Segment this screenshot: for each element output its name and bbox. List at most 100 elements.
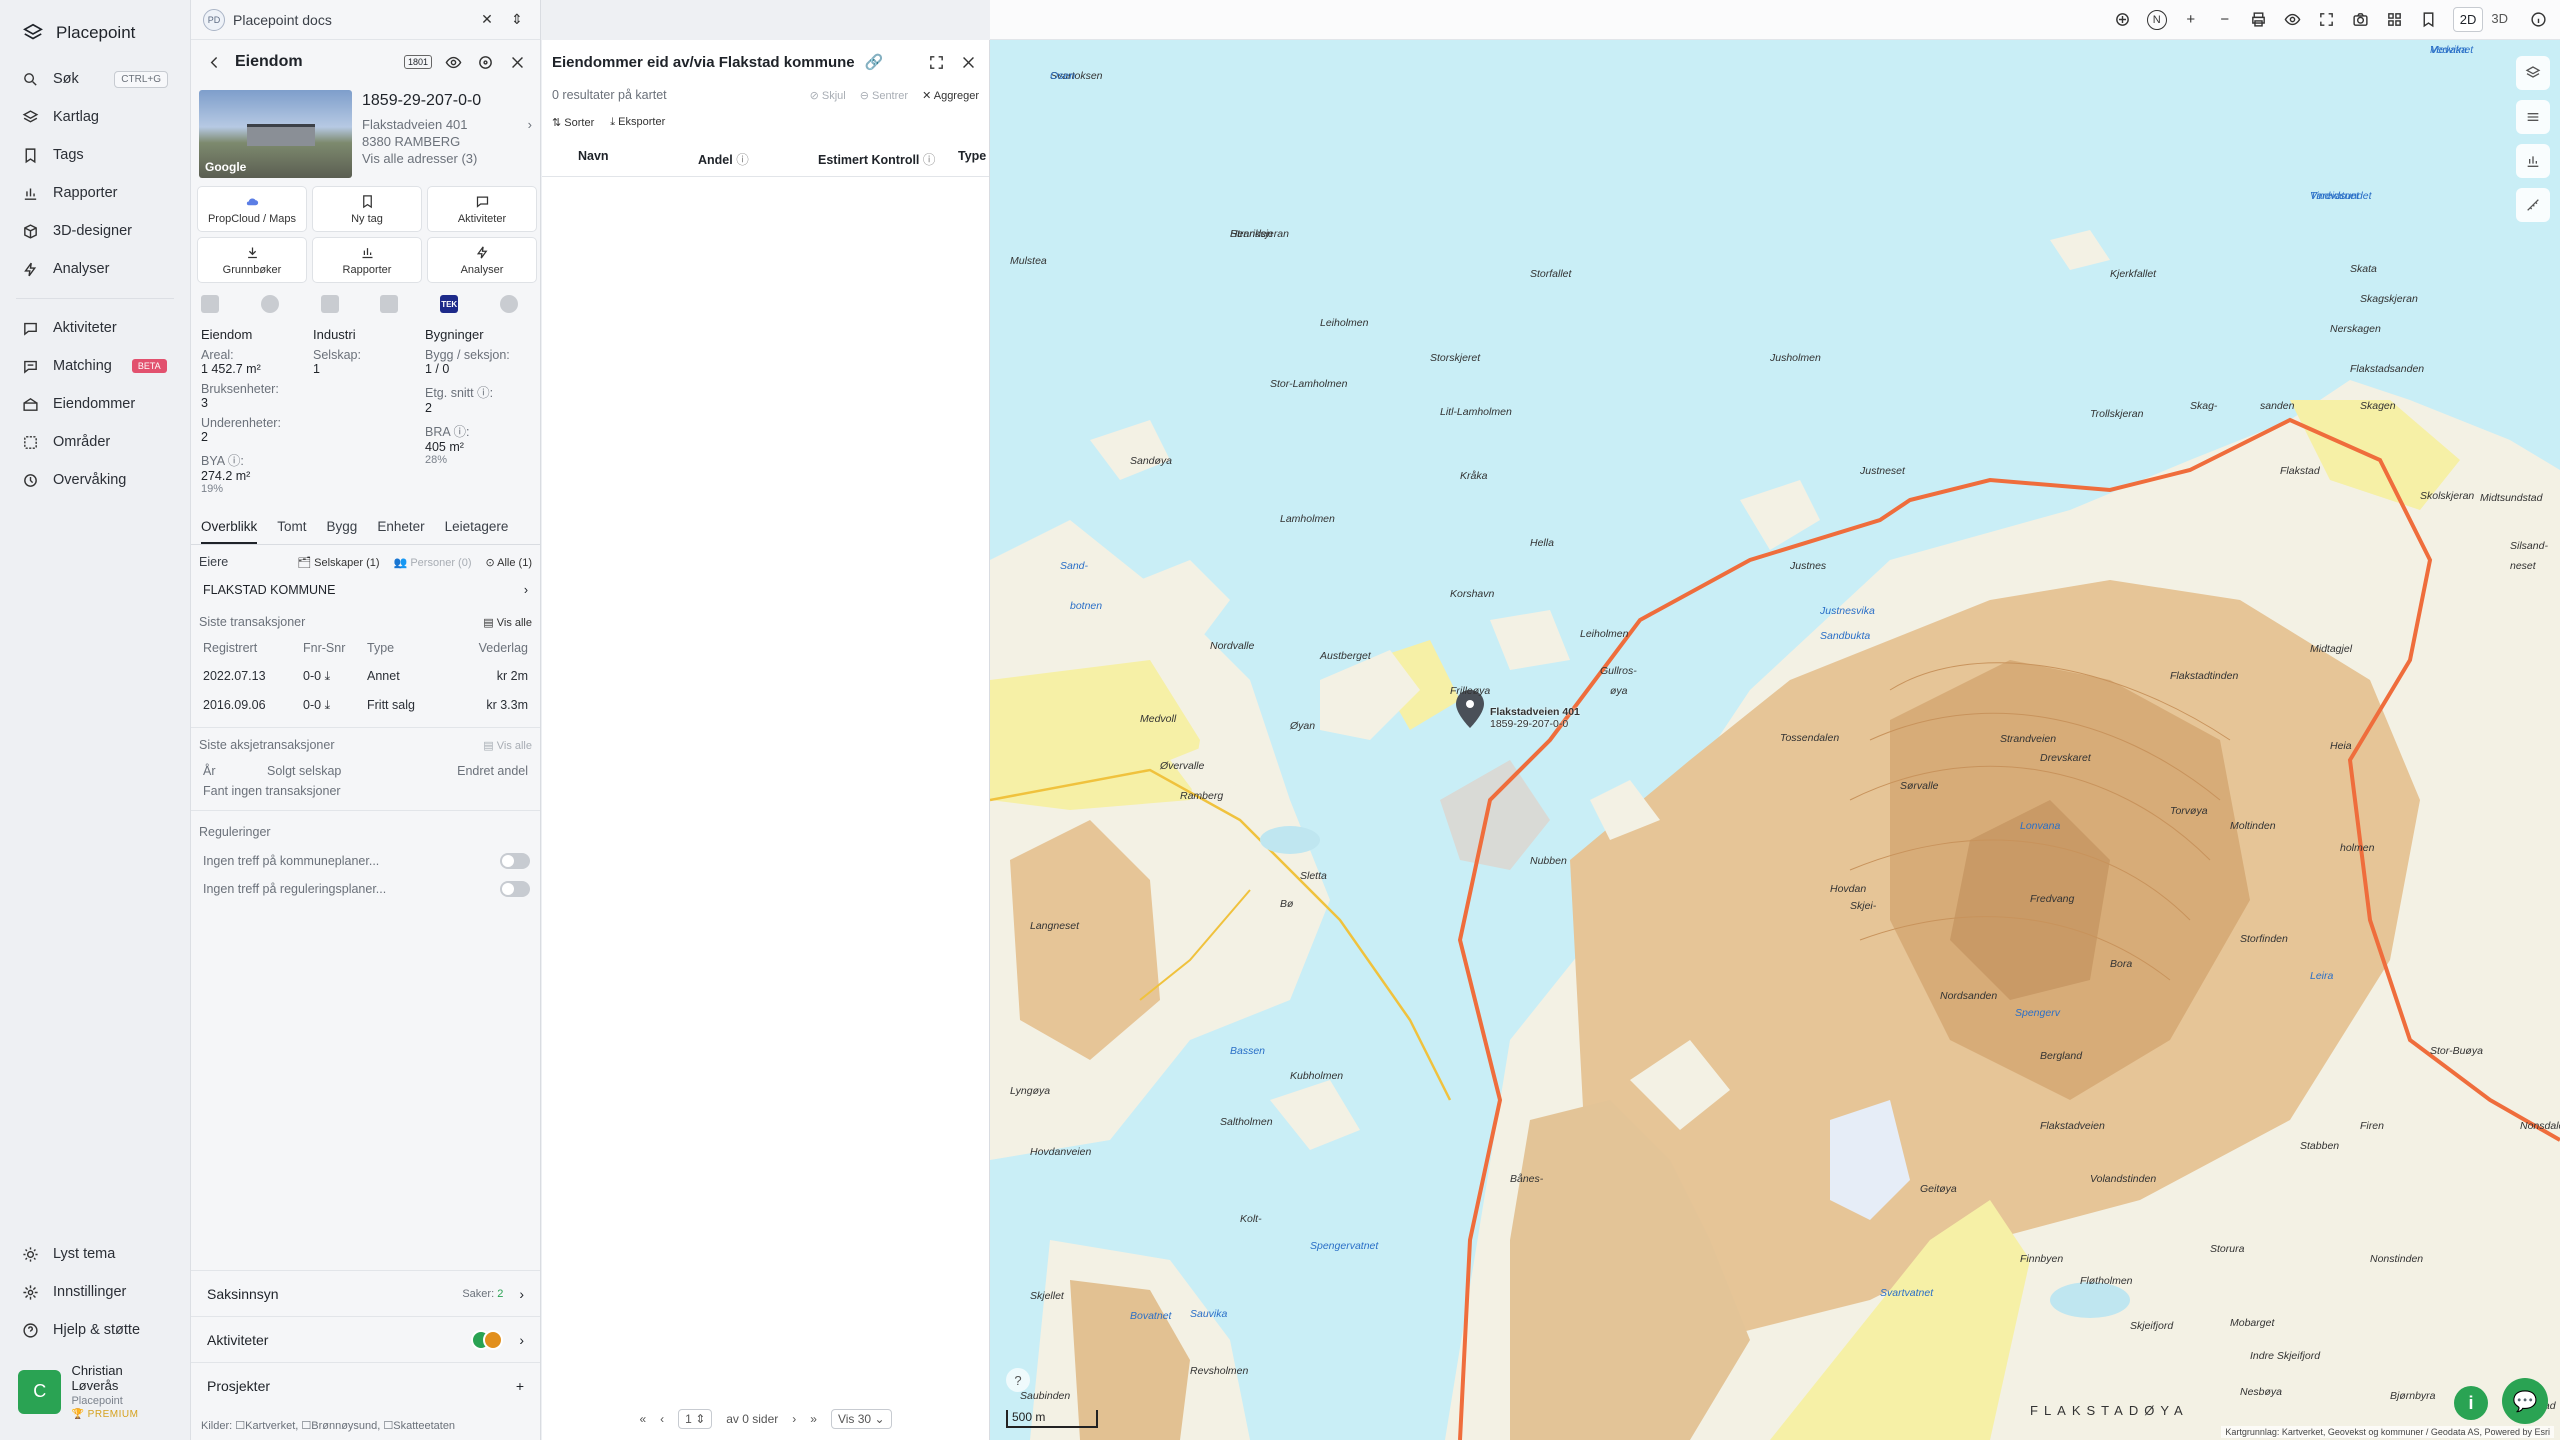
nav-item-3d-designer[interactable]: 3D-designer xyxy=(0,212,190,250)
chevron-right-icon[interactable]: › xyxy=(528,116,532,133)
col-share[interactable]: Andel ⓘ xyxy=(698,149,818,168)
compass-icon[interactable]: N xyxy=(2146,9,2167,30)
tab-plot[interactable]: Tomt xyxy=(277,513,306,544)
source-link[interactable]: ☐Brønnøysund, xyxy=(301,1420,380,1432)
expand-icon[interactable] xyxy=(925,51,947,73)
nav-item-reports[interactable]: Rapporter xyxy=(0,174,190,212)
projects-accordion[interactable]: Prosjekter + xyxy=(191,1362,540,1408)
page-select[interactable]: 1 ⇕ xyxy=(678,1409,713,1429)
nav-item-properties[interactable]: Eiendommer xyxy=(0,385,190,423)
user-card[interactable]: C Christian Løverås Placepoint 🏆 PREMIUM xyxy=(0,1349,190,1440)
property-code-badge[interactable]: 1801 xyxy=(403,55,432,69)
export-button[interactable]: ⤓ Eksporter xyxy=(610,116,665,129)
propcloud-button[interactable]: PropCloud / Maps xyxy=(197,186,307,232)
map-canvas[interactable]: Svartoksen Vedvika Vareidsundet Henriksjera… xyxy=(990,40,2560,1440)
layers-map-icon[interactable] xyxy=(2516,56,2550,90)
tab-tenants[interactable]: Leietagere xyxy=(445,513,509,544)
reports-button[interactable]: Rapporter xyxy=(312,237,422,283)
zoom-in-icon[interactable]: + xyxy=(2181,10,2201,30)
col-name[interactable]: Navn xyxy=(578,149,698,168)
first-page-icon[interactable]: « xyxy=(639,1412,646,1426)
nav-item-search[interactable]: Søk CTRL+G xyxy=(0,60,190,98)
link-icon[interactable]: 🔗 xyxy=(865,53,884,71)
docs-title[interactable]: Placepoint docs xyxy=(233,12,332,28)
help-map-icon[interactable]: ? xyxy=(1006,1368,1030,1392)
source-link[interactable]: ☐Kartverket, xyxy=(235,1420,298,1432)
tab-overview[interactable]: Overblikk xyxy=(201,513,258,544)
source-icon-3[interactable] xyxy=(320,295,339,313)
nav-item-layers[interactable]: Kartlag xyxy=(0,98,190,136)
back-icon[interactable] xyxy=(203,51,225,73)
tab-units[interactable]: Enheter xyxy=(377,513,424,544)
close-icon[interactable] xyxy=(957,51,979,73)
camera-icon[interactable] xyxy=(2351,10,2371,30)
measure-icon[interactable] xyxy=(2516,188,2550,222)
source-icon-4[interactable] xyxy=(380,295,399,313)
hide-button[interactable]: ⊘ Skjul xyxy=(810,89,846,102)
source-icon-6[interactable] xyxy=(499,295,518,313)
plus-icon[interactable]: + xyxy=(516,1378,524,1394)
grid-icon[interactable] xyxy=(2385,10,2405,30)
tab-buildings[interactable]: Bygg xyxy=(327,513,358,544)
activities-button[interactable]: Aktiviteter xyxy=(427,186,537,232)
aggregate-button[interactable]: ✕ Aggreger xyxy=(922,89,979,102)
prev-page-icon[interactable]: ‹ xyxy=(660,1412,664,1426)
center-button[interactable]: ⊖ Sentrer xyxy=(860,89,908,102)
owner-row[interactable]: FLAKSTAD KOMMUNE › xyxy=(191,575,540,605)
all-addresses-link[interactable]: Vis alle adresser (3) xyxy=(362,150,532,167)
legend-icon[interactable] xyxy=(2516,100,2550,134)
kommuneplan-toggle[interactable] xyxy=(500,853,530,869)
print-icon[interactable] xyxy=(2249,10,2269,30)
street-address[interactable]: Flakstadveien 401 xyxy=(362,116,468,133)
nav-item-areas[interactable]: Områder xyxy=(0,423,190,461)
col-type[interactable]: Type xyxy=(958,149,986,168)
nav-item-activities[interactable]: Aktiviteter xyxy=(0,309,190,347)
show-all-link[interactable]: ▤ Vis alle xyxy=(483,616,532,629)
fullscreen-icon[interactable] xyxy=(2317,10,2337,30)
target-icon[interactable] xyxy=(474,51,496,73)
source-link[interactable]: ☐Skatteetaten xyxy=(383,1420,455,1432)
sort-button[interactable]: ⇅ Sorter xyxy=(552,116,594,129)
close-panel-icon[interactable] xyxy=(506,51,528,73)
zoom-out-icon[interactable]: − xyxy=(2215,10,2235,30)
reguleringsplan-toggle[interactable] xyxy=(500,881,530,897)
per-page-select[interactable]: Vis 30 ⌄ xyxy=(830,1409,892,1429)
analyses-button[interactable]: Analyser xyxy=(427,237,537,283)
info-icon[interactable] xyxy=(2528,10,2548,30)
nav-item-light-theme[interactable]: Lyst tema xyxy=(0,1235,190,1273)
col-control[interactable]: Estimert Kontroll ⓘ xyxy=(818,149,958,168)
nav-item-monitoring[interactable]: Overvåking xyxy=(0,461,190,499)
source-icon-tek[interactable]: TEK xyxy=(440,295,459,313)
nav-item-analyses[interactable]: Analyser xyxy=(0,250,190,288)
eye-icon[interactable] xyxy=(442,51,464,73)
eye-icon[interactable] xyxy=(2283,10,2303,30)
bookmark-icon[interactable] xyxy=(2419,10,2439,30)
chevron-updown-icon[interactable]: ⇕ xyxy=(506,9,528,31)
stats-icon[interactable] xyxy=(2516,144,2550,178)
mode-3d-button[interactable]: 3D xyxy=(2485,7,2514,32)
info-fab-icon[interactable]: i xyxy=(2454,1386,2488,1420)
mode-2d-button[interactable]: 2D xyxy=(2452,7,2484,32)
nav-item-help[interactable]: Hjelp & støtte xyxy=(0,1311,190,1349)
nav-item-tags[interactable]: Tags xyxy=(0,136,190,174)
show-all-link[interactable]: ▤ Vis alle xyxy=(483,739,532,752)
filter-persons[interactable]: 👥 Personer (0) xyxy=(394,556,472,569)
tx-fnr[interactable]: 0-0 ⤓ xyxy=(303,698,367,713)
theme-icon[interactable] xyxy=(2113,10,2133,30)
source-icon-2[interactable] xyxy=(260,295,279,313)
nav-item-matching[interactable]: Matching BETA xyxy=(0,347,190,385)
nav-item-settings[interactable]: Innstillinger xyxy=(0,1273,190,1311)
activities-accordion[interactable]: Aktiviteter › xyxy=(191,1316,540,1362)
filter-companies[interactable]: 🗂 Selskaper (1) xyxy=(297,556,379,569)
chat-fab-icon[interactable]: 💬 xyxy=(2502,1378,2548,1424)
source-icon-1[interactable] xyxy=(201,295,219,313)
app-brand[interactable]: Placepoint xyxy=(0,0,190,60)
land-register-button[interactable]: Grunnbøker xyxy=(197,237,307,283)
last-page-icon[interactable]: » xyxy=(810,1412,817,1426)
new-tag-button[interactable]: Ny tag xyxy=(312,186,422,232)
street-view-photo[interactable]: Google xyxy=(199,90,352,178)
tx-fnr[interactable]: 0-0 ⤓ xyxy=(303,669,367,684)
saksinnsyn-accordion[interactable]: Saksinnsyn Saker: 2 › xyxy=(191,1270,540,1316)
next-page-icon[interactable]: › xyxy=(792,1412,796,1426)
close-icon[interactable]: ✕ xyxy=(476,9,498,31)
